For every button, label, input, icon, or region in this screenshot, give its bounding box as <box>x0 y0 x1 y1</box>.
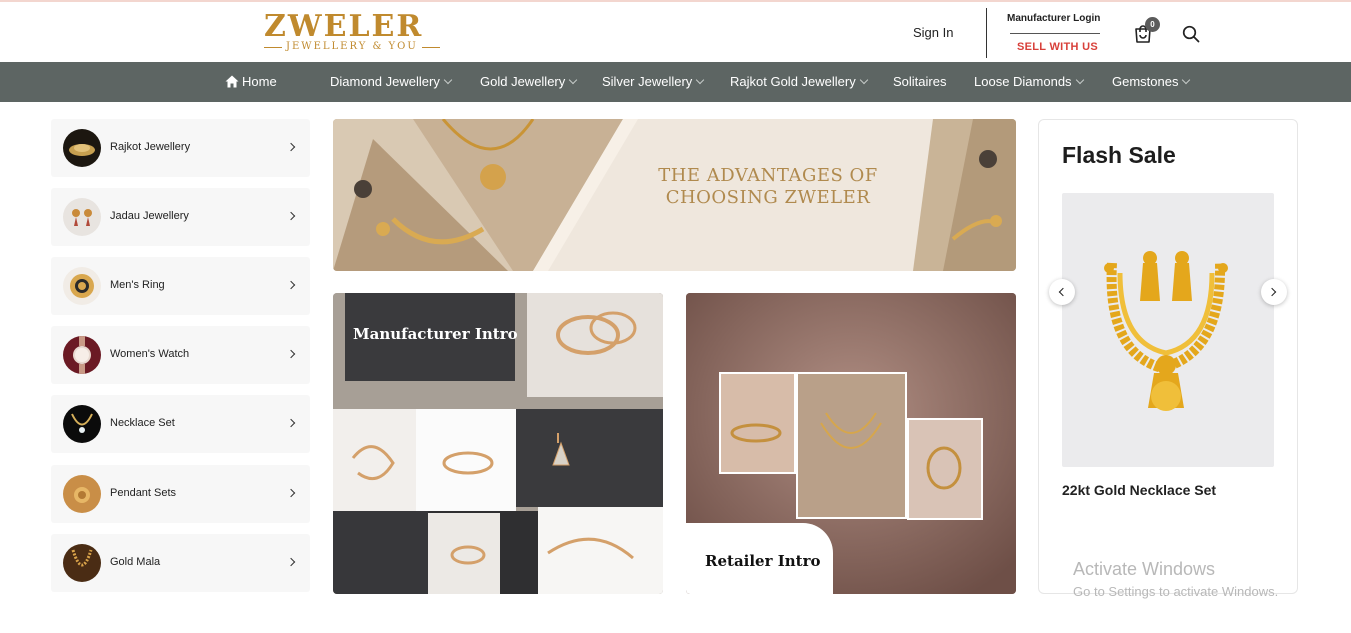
category-label: Gold Mala <box>110 556 161 568</box>
windows-watermark-subtitle: Go to Settings to activate Windows. <box>1073 584 1279 599</box>
nav-label: Gold Jewellery <box>480 74 566 89</box>
manufacturer-login-link[interactable]: Manufacturer Login <box>1007 13 1100 24</box>
flash-sale-product-name[interactable]: 22kt Gold Necklace Set <box>1062 482 1216 498</box>
cart-count-badge: 0 <box>1145 17 1160 32</box>
logo-wordmark: ZWELER <box>264 9 424 44</box>
nav-item-silver-jewellery[interactable]: Silver Jewellery <box>602 62 705 102</box>
nav-label: Gemstones <box>1112 74 1179 89</box>
chevron-right-icon <box>286 488 296 498</box>
womens-watch-thumb <box>63 336 101 374</box>
chevron-down-icon <box>443 75 453 85</box>
gold-mala-thumb <box>63 544 101 582</box>
category-item-pendant-sets[interactable]: Pendant Sets <box>51 465 310 523</box>
category-item-mens-ring[interactable]: Men's Ring <box>51 257 310 315</box>
retailer-intro-title: Retailer Intro <box>705 552 821 570</box>
category-label: Men's Ring <box>110 279 165 291</box>
site-logo[interactable]: ZWELER JEWELLERY & YOU <box>264 9 440 54</box>
flash-sale-title: Flash Sale <box>1062 142 1176 168</box>
nav-label: Silver Jewellery <box>602 74 693 89</box>
banner-title: THE ADVANTAGES OF CHOOSING ZWELER <box>658 165 878 208</box>
nav-item-home[interactable]: Home <box>225 62 277 102</box>
necklace-set-thumb <box>63 405 101 443</box>
jadau-jewellery-thumb <box>63 198 101 236</box>
category-item-necklace-set[interactable]: Necklace Set <box>51 395 310 453</box>
manufacturer-intro-title: Manufacturer Intro <box>353 325 518 343</box>
nav-label: Home <box>242 74 277 89</box>
mens-ring-thumb <box>63 267 101 305</box>
nav-item-gold-jewellery[interactable]: Gold Jewellery <box>480 62 578 102</box>
chevron-right-icon <box>286 418 296 428</box>
category-item-jadau-jewellery[interactable]: Jadau Jewellery <box>51 188 310 246</box>
nav-item-rajkot-gold-jewellery[interactable]: Rajkot Gold Jewellery <box>730 62 868 102</box>
category-item-rajkot-jewellery[interactable]: Rajkot Jewellery <box>51 119 310 177</box>
category-item-gold-mala[interactable]: Gold Mala <box>51 534 310 592</box>
category-label: Jadau Jewellery <box>110 210 189 222</box>
hero-banner[interactable]: THE ADVANTAGES OF CHOOSING ZWELER <box>333 119 1016 271</box>
chevron-down-icon <box>696 75 705 85</box>
retailer-intro-card[interactable]: Retailer Intro <box>686 293 1016 594</box>
chevron-right-icon <box>286 349 296 359</box>
flash-sale-product-image[interactable] <box>1062 193 1274 467</box>
flash-sale-panel: Flash Sale 22kt Gold Necklace Set <box>1038 119 1298 594</box>
chevron-right-icon <box>286 280 296 290</box>
chevron-down-icon <box>569 75 578 85</box>
chevron-right-icon <box>286 557 296 567</box>
chevron-left-icon <box>1058 287 1068 297</box>
category-item-womens-watch[interactable]: Women's Watch <box>51 326 310 384</box>
nav-label: Rajkot Gold Jewellery <box>730 74 856 89</box>
necklace-image <box>1104 251 1228 411</box>
manufacturer-intro-card[interactable]: Manufacturer Intro <box>333 293 663 594</box>
sell-with-us-link[interactable]: SELL WITH US <box>1017 41 1098 53</box>
sign-in-link[interactable]: Sign In <box>913 25 953 40</box>
nav-label: Solitaires <box>893 74 947 89</box>
category-label: Women's Watch <box>110 348 190 360</box>
nav-label: Loose Diamonds <box>974 74 1072 89</box>
nav-item-gemstones[interactable]: Gemstones <box>1112 62 1191 102</box>
nav-item-diamond-jewellery[interactable]: Diamond Jewellery <box>330 62 453 102</box>
chevron-down-icon <box>1075 75 1084 85</box>
pendant-sets-thumb <box>63 475 101 513</box>
chevron-right-icon <box>286 142 296 152</box>
logo-tagline: JEWELLERY & YOU <box>264 41 440 52</box>
carousel-next-button[interactable] <box>1261 279 1287 305</box>
chevron-down-icon <box>1182 75 1191 85</box>
search-icon[interactable] <box>1182 25 1200 43</box>
carousel-prev-button[interactable] <box>1049 279 1075 305</box>
home-icon <box>225 75 239 88</box>
rajkot-jewellery-thumb <box>63 129 101 167</box>
nav-item-solitaires[interactable]: Solitaires <box>893 62 946 102</box>
chevron-down-icon <box>859 75 868 85</box>
category-label: Necklace Set <box>110 417 175 429</box>
chevron-right-icon <box>1267 287 1277 297</box>
category-label: Pendant Sets <box>110 487 177 499</box>
main-nav: Home Diamond Jewellery Gold Jewellery Si… <box>0 62 1351 102</box>
manufacturer-divider <box>1010 33 1100 34</box>
category-label: Rajkot Jewellery <box>110 141 191 153</box>
nav-item-loose-diamonds[interactable]: Loose Diamonds <box>974 62 1084 102</box>
site-header: ZWELER JEWELLERY & YOU Sign In Manufactu… <box>0 2 1351 62</box>
chevron-right-icon <box>286 211 296 221</box>
windows-watermark-title: Activate Windows <box>1073 559 1216 579</box>
nav-label: Diamond Jewellery <box>330 74 440 89</box>
header-divider <box>986 8 987 58</box>
